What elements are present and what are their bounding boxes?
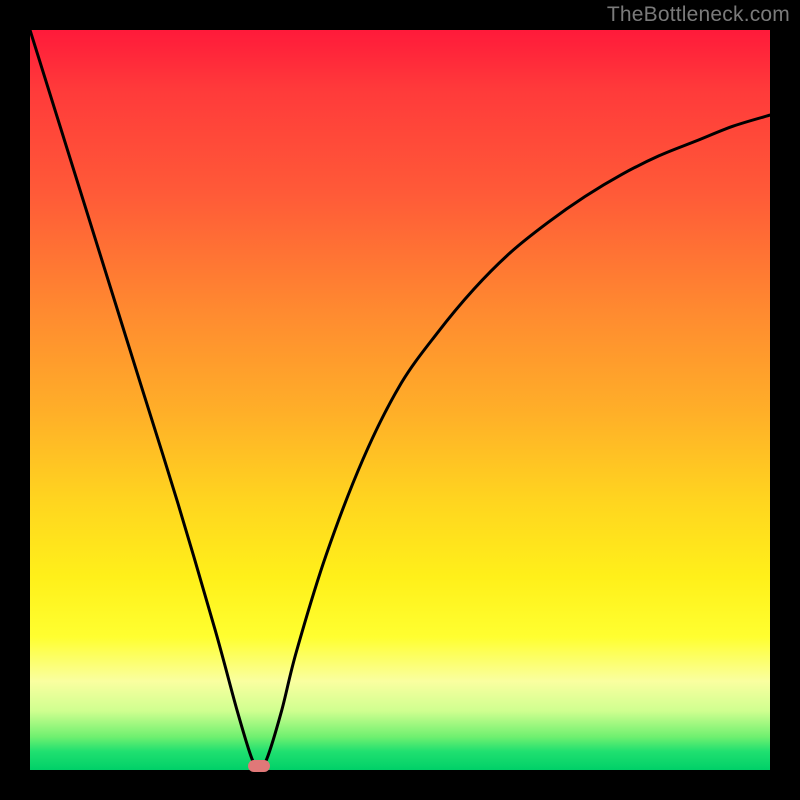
bottleneck-curve	[30, 30, 770, 770]
watermark-text: TheBottleneck.com	[607, 3, 790, 27]
dip-marker	[248, 760, 270, 772]
curve-path	[30, 30, 770, 766]
plot-area	[30, 30, 770, 770]
chart-stage: TheBottleneck.com	[0, 0, 800, 800]
